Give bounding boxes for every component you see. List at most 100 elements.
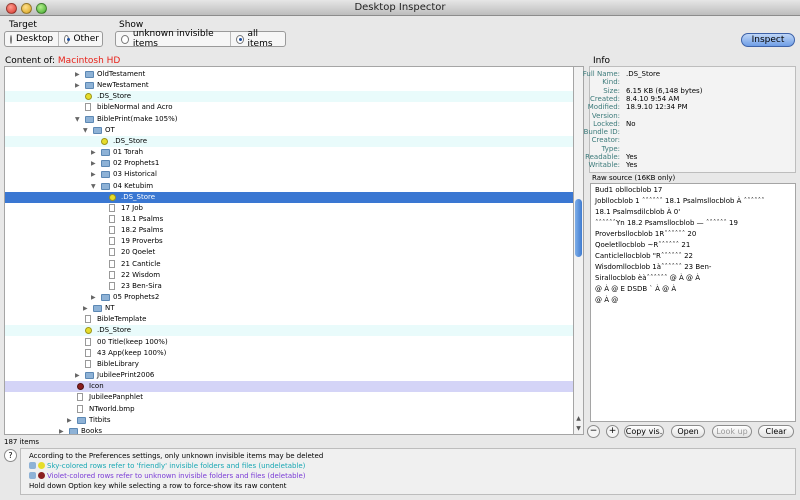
tree-row[interactable]: ▶ Books xyxy=(5,426,573,435)
tree-row[interactable]: 21 Canticle xyxy=(5,259,573,270)
tree-row[interactable]: BibleTemplate xyxy=(5,314,573,325)
folder-icon xyxy=(93,305,102,313)
help-icon[interactable]: ? xyxy=(4,449,17,462)
tree-row[interactable]: 23 Ben-Sira xyxy=(5,281,573,292)
look-up-button[interactable]: Look up xyxy=(712,425,752,438)
show-option-unknown-invisible[interactable]: unknown invisible items xyxy=(116,29,231,49)
friendly-invisible-icon xyxy=(85,327,92,335)
info-field: Created: 8.4.10 9:54 AM xyxy=(590,95,795,103)
info-field-key: Kind: xyxy=(602,78,620,87)
show-option-all-items[interactable]: all items xyxy=(231,29,285,49)
raw-source-line: @ À @ xyxy=(595,296,619,304)
info-field-value: Yes xyxy=(626,153,638,161)
tree-row-label: .DS_Store xyxy=(121,192,156,201)
tree-row-label: .DS_Store xyxy=(97,326,132,335)
disclosure-triangle-right-icon[interactable]: ▶ xyxy=(59,426,64,434)
info-field-value: .DS_Store xyxy=(626,70,661,78)
tree-row[interactable]: ▶ Titbits xyxy=(5,415,573,426)
radio-unknown-invisible[interactable] xyxy=(121,34,129,44)
disclosure-triangle-down-icon[interactable]: ▼ xyxy=(91,181,96,192)
radio-all-items[interactable] xyxy=(235,34,244,44)
scroll-down-arrow-icon[interactable]: ▼ xyxy=(574,424,583,433)
message-violet: Violet-colored rows refer to unknown inv… xyxy=(29,472,306,481)
content-of-volume: Macintosh HD xyxy=(57,56,121,66)
raw-source-line: ˆˆˆˆˆˆYn 18.2 Psamsllocblob — ˆˆˆˆˆˆ 19 xyxy=(595,219,738,227)
tree-row-label: BiblePrint(make 105%) xyxy=(97,114,178,123)
folder-icon xyxy=(85,71,94,78)
tree-vertical-scrollbar[interactable]: ▲ ▼ xyxy=(574,66,584,435)
unknown-invisible-icon xyxy=(77,383,84,391)
target-option-desktop[interactable]: Desktop xyxy=(5,32,59,46)
tree-row-label: JubileePrint2006 xyxy=(97,371,155,380)
tree-row[interactable]: 18.2 Psalms xyxy=(5,225,573,236)
tree-row[interactable]: 17 Job xyxy=(5,203,573,214)
tree-row[interactable]: Icon xyxy=(5,381,573,393)
raw-source-view[interactable]: Bud1 obllocblob 17 Jobllocblob 1 ˆˆˆˆˆˆ 1… xyxy=(590,183,796,422)
disclosure-triangle-right-icon[interactable]: ▶ xyxy=(75,370,80,381)
tree-row[interactable]: .DS_Store xyxy=(5,191,573,203)
tree-row[interactable]: ▼ 04 Ketubim xyxy=(5,181,573,192)
plus-button[interactable]: + xyxy=(606,425,619,438)
tree-row[interactable]: BibleLibrary xyxy=(5,359,573,370)
tree-row[interactable]: ▶ NewTestament xyxy=(5,80,573,91)
disclosure-triangle-right-icon[interactable]: ▶ xyxy=(75,69,80,80)
radio-desktop[interactable] xyxy=(10,34,12,44)
disclosure-triangle-right-icon[interactable]: ▶ xyxy=(67,415,72,426)
tree-row[interactable]: ▼ OT xyxy=(5,125,573,136)
zoom-window-button[interactable] xyxy=(36,3,47,14)
tree-row[interactable]: 43 App(keep 100%) xyxy=(5,348,573,359)
tree-row[interactable]: ▶ 03 Historical xyxy=(5,169,573,180)
tree-row[interactable]: 19 Proverbs xyxy=(5,236,573,247)
disclosure-triangle-right-icon[interactable]: ▶ xyxy=(91,158,96,169)
disclosure-triangle-down-icon[interactable]: ▼ xyxy=(75,114,80,125)
raw-source-title: Raw source (16KB only) xyxy=(592,174,676,182)
disclosure-triangle-down-icon[interactable]: ▼ xyxy=(83,125,88,136)
folder-icon xyxy=(85,115,94,123)
disclosure-triangle-right-icon[interactable]: ▶ xyxy=(91,292,96,303)
file-tree[interactable]: ▶ OldTestament ▶ NewTestament .DS_Store bible… xyxy=(4,66,574,435)
item-count: 187 items xyxy=(4,438,40,446)
tree-row[interactable]: ▶ 05 Prophets2 xyxy=(5,292,573,303)
radio-other[interactable] xyxy=(64,34,71,44)
info-field: Locked: No xyxy=(590,120,795,128)
close-window-button[interactable] xyxy=(6,3,17,14)
disclosure-triangle-right-icon[interactable]: ▶ xyxy=(83,303,88,314)
tree-row-label: 19 Proverbs xyxy=(121,237,163,246)
tree-row[interactable]: 00 Title(keep 100%) xyxy=(5,337,573,348)
tree-row[interactable]: .DS_Store xyxy=(5,91,573,103)
tree-row[interactable]: .DS_Store xyxy=(5,135,573,147)
minimize-window-button[interactable] xyxy=(21,3,32,14)
clear-button[interactable]: Clear xyxy=(758,425,794,438)
disclosure-triangle-right-icon[interactable]: ▶ xyxy=(91,169,96,180)
tree-row[interactable]: ▼ BiblePrint(make 105%) xyxy=(5,114,573,125)
tree-row[interactable]: 22 Wisdom xyxy=(5,270,573,281)
tree-row[interactable]: .DS_Store xyxy=(5,325,573,337)
target-option-other[interactable]: Other xyxy=(59,32,104,46)
disclosure-triangle-right-icon[interactable]: ▶ xyxy=(75,80,80,91)
raw-source-line: Bud1 obllocblob 17 xyxy=(595,186,663,194)
tree-row[interactable]: 20 Qoelet xyxy=(5,247,573,258)
folder-icon xyxy=(77,416,86,424)
inspect-button[interactable]: Inspect xyxy=(741,33,795,47)
tree-row[interactable]: ▶ NT xyxy=(5,303,573,314)
raw-source-line: Qoeletllocblob ~Rˆˆˆˆˆˆ 21 xyxy=(595,241,691,249)
tree-row[interactable]: JubileePanphlet xyxy=(5,392,573,403)
scrollbar-thumb[interactable] xyxy=(575,199,582,257)
disclosure-triangle-right-icon[interactable]: ▶ xyxy=(91,147,96,158)
raw-source-line: Wisdomllocblob 1àˆˆˆˆˆˆ 23 Ben- xyxy=(595,263,712,271)
tree-row-label: Books xyxy=(81,426,103,435)
open-button[interactable]: Open xyxy=(671,425,705,438)
tree-row-label: 00 Title(keep 100%) xyxy=(97,337,168,346)
file-icon xyxy=(109,214,115,223)
scroll-up-arrow-icon[interactable]: ▲ xyxy=(574,414,583,423)
tree-row[interactable]: ▶ 01 Torah xyxy=(5,147,573,158)
tree-row[interactable]: bibleNormal and Acro xyxy=(5,102,573,113)
copy-visible-button[interactable]: Copy vis. xyxy=(624,425,664,438)
tree-row[interactable]: ▶ 02 Prophets1 xyxy=(5,158,573,169)
tree-row[interactable]: 18.1 Psalms xyxy=(5,214,573,225)
tree-row[interactable]: NTworld.bmp xyxy=(5,404,573,415)
tree-row[interactable]: ▶ OldTestament xyxy=(5,69,573,80)
file-icon xyxy=(109,248,115,257)
minus-button[interactable]: − xyxy=(587,425,600,438)
tree-row[interactable]: ▶ JubileePrint2006 xyxy=(5,370,573,381)
